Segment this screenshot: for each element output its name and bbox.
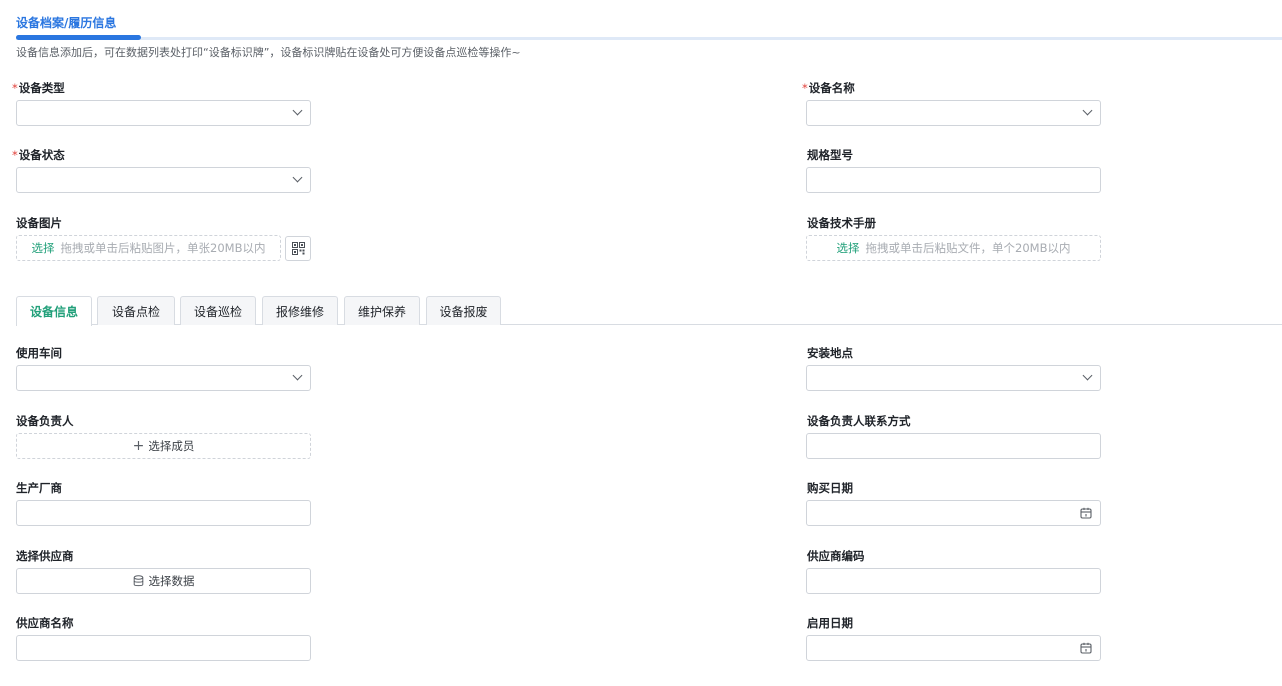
- spec-model-input[interactable]: [806, 167, 1101, 193]
- tab-device-info[interactable]: 设备信息: [16, 296, 92, 326]
- tab-device-patrol[interactable]: 设备巡检: [180, 296, 256, 325]
- supplier-name-label: 供应商名称: [16, 616, 74, 630]
- device-image-pick[interactable]: 选择: [32, 240, 55, 256]
- manufacturer-input[interactable]: [16, 500, 311, 526]
- device-image-hint: 拖拽或单击后粘贴图片，单张20MB以内: [60, 241, 266, 255]
- enable-date-picker[interactable]: [806, 635, 1101, 661]
- device-image-label: 设备图片: [16, 216, 62, 230]
- chevron-down-icon: [292, 370, 303, 381]
- owner-label: 设备负责人: [16, 414, 74, 428]
- device-status-select[interactable]: [16, 167, 311, 193]
- plus-icon: +: [132, 438, 145, 454]
- owner-contact-label: 设备负责人联系方式: [807, 414, 911, 428]
- chevron-down-icon: [1082, 370, 1093, 381]
- supplier-name-input[interactable]: [16, 635, 311, 661]
- device-type-label: *设备类型: [12, 81, 65, 95]
- tech-manual-hint: 拖拽或单击后粘贴文件，单个20MB以内: [865, 241, 1071, 255]
- title-underline-track: [16, 37, 1282, 40]
- chevron-down-icon: [1082, 105, 1093, 116]
- device-status-label: *设备状态: [12, 148, 65, 162]
- supplier-code-input[interactable]: [806, 568, 1101, 594]
- device-type-select[interactable]: [16, 100, 311, 126]
- qr-code-button[interactable]: [285, 236, 311, 261]
- enable-date-label: 启用日期: [807, 616, 853, 630]
- tab-scrap[interactable]: 设备报废: [426, 296, 501, 325]
- tech-manual-pick[interactable]: 选择: [837, 240, 860, 256]
- qr-code-icon: [291, 242, 305, 255]
- select-member-label: 选择成员: [148, 439, 195, 453]
- chevron-down-icon: [292, 105, 303, 116]
- tab-repair[interactable]: 报修维修: [262, 296, 338, 325]
- tab-device-check[interactable]: 设备点检: [97, 296, 175, 325]
- title-underline-active: [16, 35, 141, 40]
- page-title[interactable]: 设备档案/履历信息: [16, 14, 116, 31]
- manufacturer-label: 生产厂商: [16, 481, 62, 495]
- device-name-label: *设备名称: [802, 81, 855, 95]
- tip-text: 设备信息添加后，可在数据列表处打印“设备标识牌”，设备标识牌贴在设备处可方便设备…: [16, 46, 521, 59]
- select-data-label: 选择数据: [148, 574, 195, 588]
- tab-maintenance[interactable]: 维护保养: [344, 296, 420, 325]
- device-name-select[interactable]: [806, 100, 1101, 126]
- select-data-button[interactable]: 选择数据: [16, 568, 311, 594]
- workshop-label: 使用车间: [16, 346, 62, 360]
- purchase-date-label: 购买日期: [807, 481, 853, 495]
- purchase-date-picker[interactable]: [806, 500, 1101, 526]
- supplier-label: 选择供应商: [16, 549, 74, 563]
- tech-manual-upload[interactable]: 选择 拖拽或单击后粘贴文件，单个20MB以内: [806, 235, 1101, 261]
- database-icon: [133, 575, 143, 587]
- calendar-icon: [1080, 642, 1092, 654]
- location-select[interactable]: [806, 365, 1101, 391]
- device-image-upload[interactable]: 选择 拖拽或单击后粘贴图片，单张20MB以内: [16, 235, 281, 261]
- tech-manual-label: 设备技术手册: [807, 216, 876, 230]
- spec-model-label: 规格型号: [807, 148, 853, 162]
- select-member-button[interactable]: + 选择成员: [16, 433, 311, 459]
- supplier-code-label: 供应商编码: [807, 549, 865, 563]
- calendar-icon: [1080, 507, 1092, 519]
- location-label: 安装地点: [807, 346, 853, 360]
- owner-contact-input[interactable]: [806, 433, 1101, 459]
- chevron-down-icon: [292, 172, 303, 183]
- workshop-select[interactable]: [16, 365, 311, 391]
